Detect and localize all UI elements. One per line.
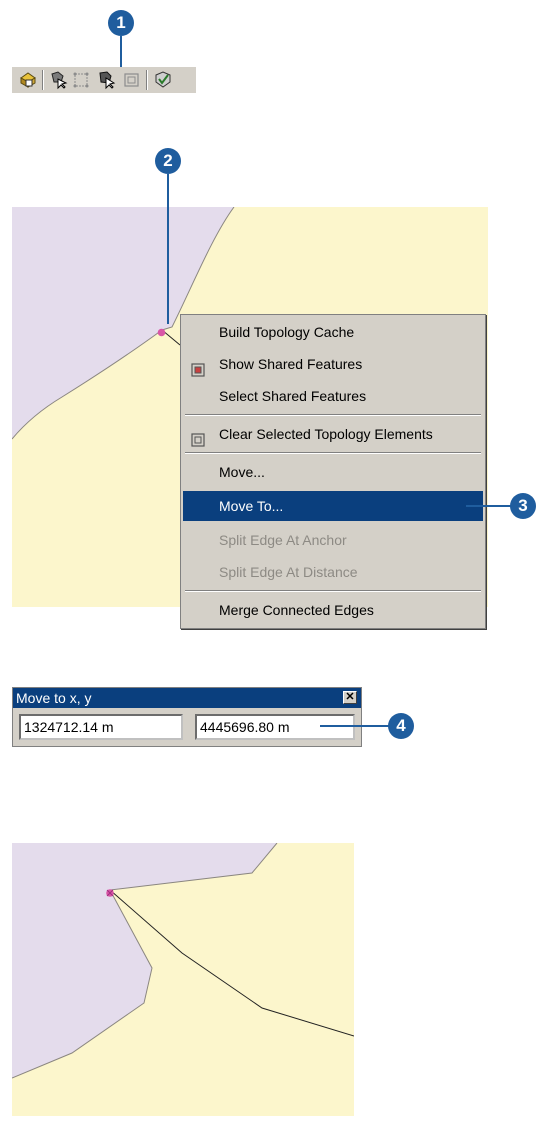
menu-item-label: Split Edge At Anchor bbox=[219, 532, 347, 548]
close-icon[interactable]: ✕ bbox=[343, 691, 357, 704]
callout-3-leader bbox=[466, 505, 512, 507]
dialog-title-bar[interactable]: Move to x, y ✕ bbox=[13, 688, 361, 708]
callout-2: 2 bbox=[155, 148, 181, 174]
dialog-title: Move to x, y bbox=[16, 690, 92, 706]
clear-elements-icon bbox=[191, 427, 205, 447]
shared-features-icon bbox=[191, 357, 205, 377]
menu-item-label: Clear Selected Topology Elements bbox=[219, 426, 433, 442]
moved-vertex[interactable] bbox=[105, 885, 115, 897]
topology-edit-tool-icon[interactable] bbox=[49, 70, 69, 90]
show-shared-features-icon[interactable] bbox=[72, 70, 92, 90]
menu-item-clear-selected-topology-elements[interactable]: Clear Selected Topology Elements bbox=[183, 419, 483, 449]
vertex-dot bbox=[157, 328, 166, 337]
callout-4: 4 bbox=[388, 713, 414, 739]
menu-separator bbox=[185, 452, 481, 454]
menu-item-merge-connected-edges[interactable]: Merge Connected Edges bbox=[183, 595, 483, 625]
toolbar-separator bbox=[146, 70, 148, 90]
menu-item-label: Move To... bbox=[219, 498, 284, 514]
callout-2-leader bbox=[167, 174, 169, 324]
callout-1: 1 bbox=[108, 10, 134, 36]
selected-vertex[interactable] bbox=[157, 324, 166, 337]
callout-3: 3 bbox=[510, 493, 536, 519]
map-view-after bbox=[12, 843, 354, 1116]
y-coordinate-input[interactable]: 4445696.80 m bbox=[195, 714, 355, 740]
clear-topology-elements-icon[interactable] bbox=[122, 70, 142, 90]
menu-separator bbox=[185, 414, 481, 416]
menu-item-label: Split Edge At Distance bbox=[219, 564, 358, 580]
topology-cache-icon[interactable] bbox=[18, 70, 38, 90]
menu-item-label: Merge Connected Edges bbox=[219, 602, 374, 618]
callout-4-leader bbox=[320, 725, 390, 727]
callout-1-leader bbox=[120, 36, 122, 70]
menu-item-show-shared-features[interactable]: Show Shared Features bbox=[183, 349, 483, 379]
toolbar-separator bbox=[42, 70, 44, 90]
menu-item-label: Select Shared Features bbox=[219, 388, 367, 404]
menu-item-move[interactable]: Move... bbox=[183, 457, 483, 487]
x-coordinate-input[interactable]: 1324712.14 m bbox=[19, 714, 183, 740]
move-to-xy-dialog: Move to x, y ✕ 1324712.14 m 4445696.80 m bbox=[12, 687, 362, 747]
menu-item-select-shared-features[interactable]: Select Shared Features bbox=[183, 381, 483, 411]
select-shared-features-icon[interactable] bbox=[97, 70, 117, 90]
context-menu: Build Topology Cache Show Shared Feature… bbox=[180, 314, 486, 629]
menu-item-split-edge-at-anchor: Split Edge At Anchor bbox=[183, 525, 483, 555]
menu-item-label: Show Shared Features bbox=[219, 356, 363, 372]
menu-item-move-to[interactable]: Move To... bbox=[183, 491, 483, 521]
topology-toolbar bbox=[12, 67, 196, 93]
menu-item-label: Move... bbox=[219, 464, 265, 480]
menu-separator bbox=[185, 590, 481, 592]
validate-topology-icon[interactable] bbox=[153, 70, 173, 90]
menu-item-build-topology-cache[interactable]: Build Topology Cache bbox=[183, 317, 483, 347]
menu-item-split-edge-at-distance: Split Edge At Distance bbox=[183, 557, 483, 587]
menu-item-label: Build Topology Cache bbox=[219, 324, 355, 340]
